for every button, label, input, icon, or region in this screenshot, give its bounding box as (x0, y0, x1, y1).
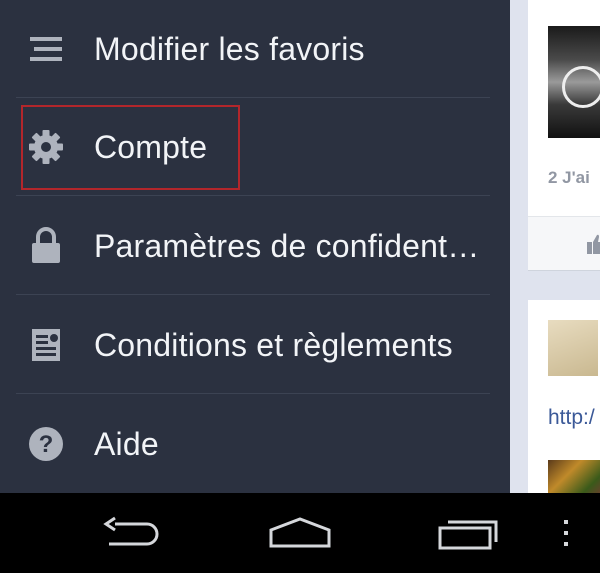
divider (16, 195, 490, 196)
like-thumb-icon[interactable] (586, 233, 600, 255)
system-navigation-bar (0, 493, 600, 573)
menu-item-terms[interactable]: Conditions et règlements (0, 296, 510, 394)
home-button[interactable] (268, 515, 332, 551)
menu-item-help[interactable]: ? Aide (0, 395, 510, 493)
selection-highlight (21, 105, 240, 190)
menu-item-edit-favorites[interactable]: Modifier les favoris (0, 0, 510, 98)
news-feed-peek[interactable]: 2 J'ai http:/ (510, 0, 600, 493)
menu-item-label: Paramètres de confident… (94, 227, 480, 264)
menu-item-label: Conditions et règlements (94, 326, 453, 363)
likes-count[interactable]: 2 J'ai (548, 168, 590, 188)
avatar[interactable] (548, 320, 598, 376)
feed-story-card[interactable]: http:/ (528, 300, 600, 493)
menu-item-privacy-settings[interactable]: Paramètres de confident… (0, 197, 510, 295)
recent-apps-button[interactable] (436, 515, 500, 551)
story-photo[interactable] (548, 460, 600, 493)
feed-story-card[interactable]: 2 J'ai (528, 0, 600, 271)
story-link[interactable]: http:/ (548, 406, 595, 430)
help-icon: ? (26, 424, 66, 464)
lock-icon (26, 226, 66, 266)
menu-item-label: Modifier les favoris (94, 30, 365, 67)
divider (16, 393, 490, 394)
navigation-drawer: Modifier les favoris Compte Paramètres d… (0, 0, 510, 493)
menu-item-label: Aide (94, 425, 159, 462)
divider (16, 294, 490, 295)
document-icon (26, 325, 66, 365)
overflow-menu-icon[interactable] (536, 515, 596, 551)
svg-text:?: ? (39, 431, 54, 458)
back-button[interactable] (100, 515, 164, 551)
story-photo[interactable] (548, 26, 600, 138)
story-actions (528, 217, 600, 270)
list-menu-icon (26, 29, 66, 69)
